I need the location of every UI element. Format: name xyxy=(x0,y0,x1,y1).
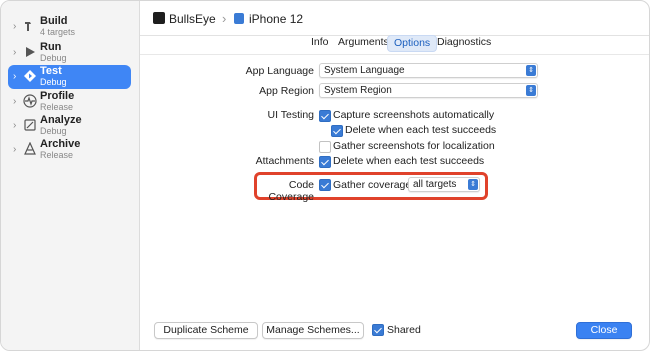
duplicate-scheme-button[interactable]: Duplicate Scheme xyxy=(154,322,258,339)
footer-bar: Duplicate Scheme Manage Schemes... Share… xyxy=(140,311,649,350)
sidebar-item-label: Build xyxy=(40,15,68,27)
app-region-popup[interactable]: System Region ⇕ xyxy=(319,83,538,98)
chevron-updown-icon: ⇕ xyxy=(468,179,478,190)
sidebar-item-label: Test xyxy=(40,65,62,77)
delete-screenshots-label: Delete when each test succeeds xyxy=(345,124,497,136)
capture-screenshots-label: Capture screenshots automatically xyxy=(333,109,495,121)
coverage-targets-popup[interactable]: all targets ⇕ xyxy=(408,177,480,192)
archive-icon xyxy=(24,142,36,155)
tab-diagnostics[interactable]: Diagnostics xyxy=(431,35,497,50)
sidebar-item-sublabel: 4 targets xyxy=(40,27,76,37)
shared-label: Shared xyxy=(387,324,421,336)
tab-info[interactable]: Info xyxy=(305,35,335,50)
attachments-delete-label: Delete when each test succeeds xyxy=(333,155,485,167)
app-region-value: System Region xyxy=(324,85,392,96)
chevron-right-icon[interactable]: › xyxy=(13,144,16,155)
delete-screenshots-checkbox[interactable] xyxy=(331,125,343,137)
tab-arguments[interactable]: Arguments xyxy=(332,35,395,50)
chevron-updown-icon: ⇕ xyxy=(526,85,536,96)
scheme-editor-main: BullsEye › iPhone 12 Info Arguments Opti… xyxy=(140,1,649,350)
chevron-right-icon[interactable]: › xyxy=(13,47,16,58)
coverage-targets-value: all targets xyxy=(413,179,457,190)
shared-checkbox[interactable] xyxy=(372,324,384,336)
sidebar-item-sublabel: Release xyxy=(40,150,74,160)
code-coverage-label: Code Coverage xyxy=(268,179,314,203)
chevron-updown-icon: ⇕ xyxy=(526,65,536,76)
breadcrumb-separator: › xyxy=(222,11,227,26)
device-icon xyxy=(234,13,244,24)
app-target-icon xyxy=(153,12,165,24)
hammer-icon xyxy=(25,22,31,31)
scheme-name[interactable]: BullsEye xyxy=(169,12,216,26)
sidebar-item-run[interactable]: › Run Debug xyxy=(8,41,131,65)
gather-localization-checkbox[interactable] xyxy=(319,141,331,153)
manage-schemes-button[interactable]: Manage Schemes... xyxy=(262,322,364,339)
analyze-icon xyxy=(24,119,36,131)
play-icon xyxy=(26,47,35,57)
divider xyxy=(140,54,649,55)
sidebar-item-archive[interactable]: › Archive Release xyxy=(8,138,131,162)
close-button[interactable]: Close xyxy=(576,322,632,339)
ui-testing-label: UI Testing xyxy=(267,109,315,121)
tab-options[interactable]: Options xyxy=(387,35,438,52)
app-language-value: System Language xyxy=(324,65,405,76)
attachments-label: Attachments xyxy=(255,155,314,167)
chevron-right-icon[interactable]: › xyxy=(13,21,16,32)
sidebar-item-sublabel: Debug xyxy=(40,53,67,63)
destination-name[interactable]: iPhone 12 xyxy=(249,12,303,26)
test-diamond-icon xyxy=(24,70,36,82)
chevron-right-icon[interactable]: › xyxy=(13,120,16,131)
sidebar-item-build[interactable]: › Build 4 targets xyxy=(8,15,131,39)
sidebar-item-label: Archive xyxy=(40,138,81,150)
scheme-titlebar: BullsEye › iPhone 12 xyxy=(140,1,649,36)
app-region-label: App Region xyxy=(259,85,314,97)
scheme-editor-window: › Build 4 targets › Run Debug › Test Deb… xyxy=(0,0,650,351)
attachments-delete-checkbox[interactable] xyxy=(319,156,331,168)
gather-coverage-checkbox[interactable] xyxy=(319,179,331,191)
capture-screenshots-checkbox[interactable] xyxy=(319,110,331,122)
gather-localization-label: Gather screenshots for localization xyxy=(333,140,495,152)
sidebar-item-profile[interactable]: › Profile Release xyxy=(8,90,131,114)
sidebar-item-label: Analyze xyxy=(40,114,82,126)
app-language-popup[interactable]: System Language ⇕ xyxy=(319,63,538,78)
sidebar-item-label: Run xyxy=(40,41,62,53)
sidebar-item-sublabel: Release xyxy=(40,102,74,112)
chevron-right-icon[interactable]: › xyxy=(13,96,16,107)
sidebar-item-analyze[interactable]: › Analyze Debug xyxy=(8,114,131,138)
scheme-action-sidebar: › Build 4 targets › Run Debug › Test Deb… xyxy=(1,1,140,350)
sidebar-item-sublabel: Debug xyxy=(40,77,67,87)
chevron-right-icon[interactable]: › xyxy=(13,71,16,82)
sidebar-item-label: Profile xyxy=(40,90,75,102)
sidebar-item-test[interactable]: › Test Debug xyxy=(8,65,131,89)
app-language-label: App Language xyxy=(245,65,314,77)
sidebar-item-sublabel: Debug xyxy=(40,126,67,136)
tab-bar: Info Arguments Options Diagnostics xyxy=(140,35,649,53)
waveform-icon xyxy=(23,94,37,108)
